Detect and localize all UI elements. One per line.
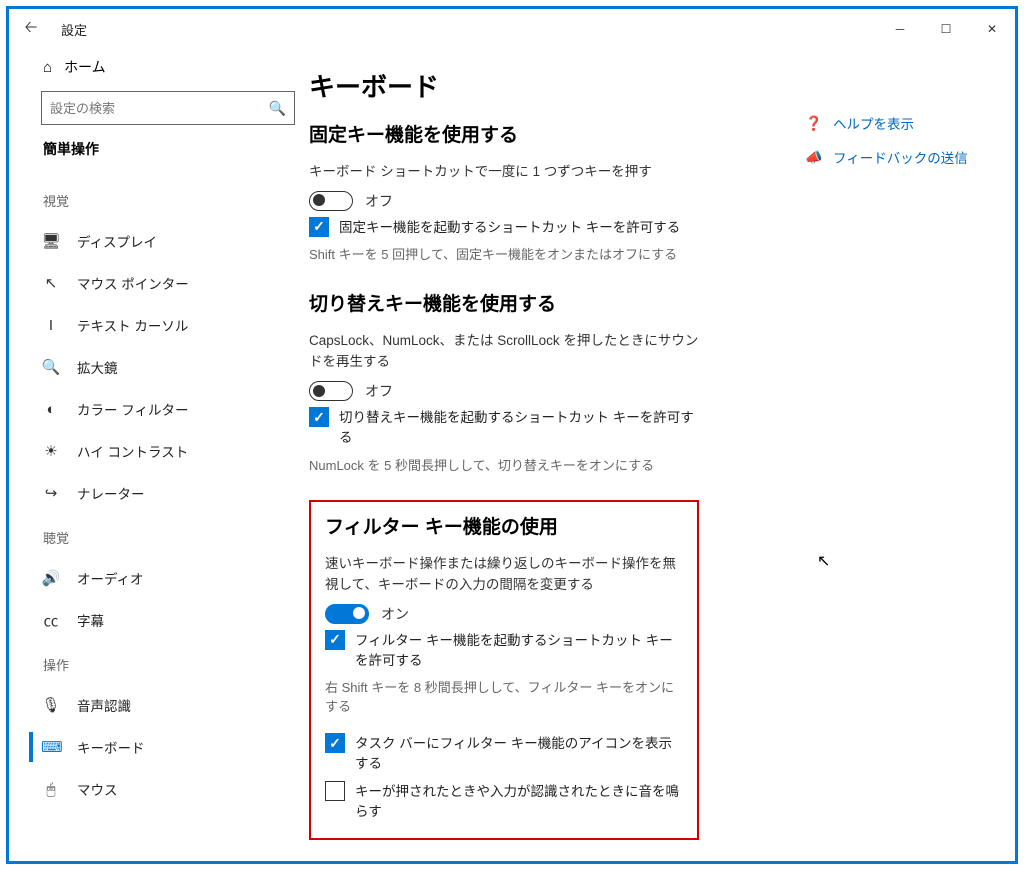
- keyboard-icon: ⌨: [41, 738, 61, 756]
- togglekeys-heading: 切り替えキー機能を使用する: [309, 289, 699, 316]
- nav-subtitles[interactable]: ㏄字幕: [29, 599, 309, 641]
- group-label-hearing: 聴覚: [29, 514, 309, 557]
- filter-shortcut-label: フィルター キー機能を起動するショートカット キーを許可する: [355, 630, 683, 672]
- title-bar: 🡠 設定 ─ ☐ ✕: [9, 9, 1015, 49]
- toggle-keys-section: 切り替えキー機能を使用する CapsLock、NumLock、または Scrol…: [309, 289, 699, 474]
- nav-speech[interactable]: 🎙音声認識: [29, 684, 309, 726]
- search-box[interactable]: 🔍: [41, 91, 295, 125]
- maximize-button[interactable]: ☐: [923, 13, 969, 45]
- group-label-visual: 視覚: [29, 177, 309, 220]
- main-content: キーボード ❓ヘルプを表示 📣フィードバックの送信 固定キー機能を使用する キー…: [309, 49, 1015, 861]
- sticky-toggle[interactable]: [309, 191, 353, 211]
- audio-icon: 🔊: [41, 569, 61, 587]
- sticky-desc: キーボード ショートカットで一度に 1 つずつキーを押す: [309, 161, 699, 183]
- sticky-hint: Shift キーを 5 回押して、固定キー機能をオンまたはオフにする: [309, 244, 699, 263]
- nav-mouse-pointer[interactable]: ↖マウス ポインター: [29, 262, 309, 304]
- home-label: ホーム: [64, 57, 106, 77]
- nav-keyboard[interactable]: ⌨キーボード: [29, 726, 309, 768]
- nav-high-contrast[interactable]: ☀ハイ コントラスト: [29, 430, 309, 472]
- cursor-icon: I: [41, 317, 61, 334]
- search-icon: 🔍: [269, 100, 286, 117]
- close-button[interactable]: ✕: [969, 13, 1015, 45]
- togglekeys-shortcut-label: 切り替えキー機能を起動するショートカット キーを許可する: [339, 407, 699, 449]
- nav-display[interactable]: 🖥ディスプレイ: [29, 220, 309, 262]
- home-icon: ⌂: [43, 59, 52, 76]
- filter-taskbar-label: タスク バーにフィルター キー機能のアイコンを表示する: [355, 733, 683, 775]
- feedback-icon: 📣: [805, 149, 823, 166]
- nav-text-cursor[interactable]: Iテキスト カーソル: [29, 304, 309, 346]
- filter-toggle-label: オン: [381, 604, 409, 624]
- nav-color-filter[interactable]: ◐カラー フィルター: [29, 388, 309, 430]
- sticky-shortcut-checkbox[interactable]: [309, 217, 329, 237]
- mouse-icon: 🖱: [41, 781, 61, 798]
- filter-beep-label: キーが押されたときや入力が認識されたときに音を鳴らす: [355, 781, 683, 823]
- bounce-desc: バウンス キー機能をオンにして、同じキーを複数回押した場合に追加のキーボード操作…: [309, 858, 699, 861]
- back-button[interactable]: 🡠: [9, 9, 53, 49]
- contrast-icon: ☀: [41, 442, 61, 460]
- search-input[interactable]: [50, 101, 269, 116]
- filter-hint: 右 Shift キーを 8 秒間長押しして、フィルター キーをオンにする: [325, 677, 683, 715]
- home-link[interactable]: ⌂ ホーム: [29, 49, 309, 87]
- mic-icon: 🎙: [41, 696, 61, 714]
- togglekeys-desc: CapsLock、NumLock、または ScrollLock を押したときにサ…: [309, 330, 699, 373]
- help-column: ❓ヘルプを表示 📣フィードバックの送信: [805, 113, 1015, 181]
- category-title: 簡単操作: [29, 139, 309, 177]
- filter-taskbar-checkbox[interactable]: [325, 733, 345, 753]
- pointer-icon: ↖: [41, 274, 61, 292]
- togglekeys-shortcut-checkbox[interactable]: [309, 407, 329, 427]
- togglekeys-toggle-label: オフ: [365, 381, 393, 401]
- nav-audio[interactable]: 🔊オーディオ: [29, 557, 309, 599]
- bounce-keys-section: バウンス キー機能をオンにして、同じキーを複数回押した場合に追加のキーボード操作…: [309, 858, 699, 861]
- magnifier-icon: 🔍: [41, 358, 61, 376]
- filter-heading: フィルター キー機能の使用: [325, 512, 683, 539]
- filter-shortcut-checkbox[interactable]: [325, 630, 345, 650]
- minimize-button[interactable]: ─: [877, 13, 923, 45]
- group-label-interaction: 操作: [29, 641, 309, 684]
- display-icon: 🖥: [41, 232, 61, 250]
- nav-narrator[interactable]: ↪ナレーター: [29, 472, 309, 514]
- sidebar: ⌂ ホーム 🔍 簡単操作 視覚 🖥ディスプレイ ↖マウス ポインター Iテキスト…: [9, 49, 309, 861]
- sticky-heading: 固定キー機能を使用する: [309, 120, 699, 147]
- filter-desc: 速いキーボード操作または繰り返しのキーボード操作を無視して、キーボードの入力の間…: [325, 553, 683, 596]
- help-link-show-help[interactable]: ❓ヘルプを表示: [805, 113, 1015, 133]
- nav-magnifier[interactable]: 🔍拡大鏡: [29, 346, 309, 388]
- filter-keys-section: フィルター キー機能の使用 速いキーボード操作または繰り返しのキーボード操作を無…: [309, 500, 699, 841]
- sticky-toggle-label: オフ: [365, 191, 393, 211]
- color-filter-icon: ◐: [41, 401, 61, 418]
- window-title: 設定: [61, 20, 87, 39]
- sticky-shortcut-label: 固定キー機能を起動するショートカット キーを許可する: [339, 217, 680, 238]
- filter-beep-checkbox[interactable]: [325, 781, 345, 801]
- cursor-icon: ↖: [817, 551, 830, 571]
- help-icon: ❓: [805, 115, 823, 132]
- help-link-feedback[interactable]: 📣フィードバックの送信: [805, 147, 1015, 167]
- cc-icon: ㏄: [41, 610, 61, 631]
- togglekeys-toggle[interactable]: [309, 381, 353, 401]
- sticky-keys-section: 固定キー機能を使用する キーボード ショートカットで一度に 1 つずつキーを押す…: [309, 120, 699, 263]
- nav-mouse[interactable]: 🖱マウス: [29, 768, 309, 810]
- filter-toggle[interactable]: [325, 604, 369, 624]
- page-title: キーボード: [309, 67, 985, 104]
- togglekeys-hint: NumLock を 5 秒間長押しして、切り替えキーをオンにする: [309, 455, 699, 474]
- narrator-icon: ↪: [41, 484, 61, 502]
